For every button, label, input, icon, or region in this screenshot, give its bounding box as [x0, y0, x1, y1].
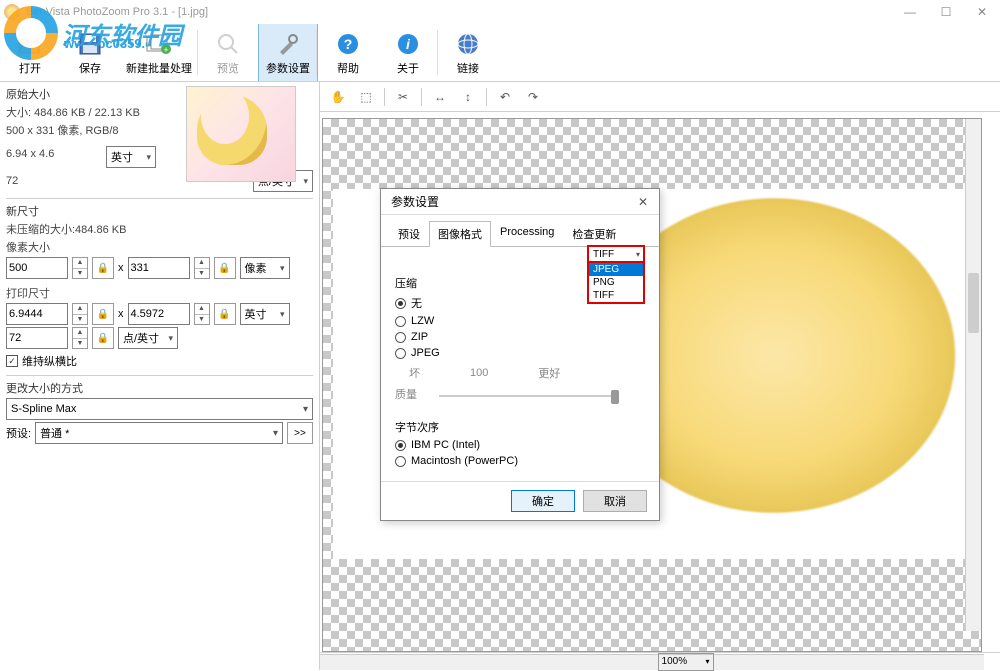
- flip-h-icon[interactable]: ↔: [428, 86, 452, 108]
- watermark-badge: [4, 6, 58, 60]
- resolution-unit-select[interactable]: 点/英寸: [118, 327, 178, 349]
- new-size-header: 新尺寸: [6, 203, 313, 219]
- format-select[interactable]: TIFF: [587, 245, 645, 263]
- quality-slider[interactable]: [439, 387, 619, 405]
- cancel-button[interactable]: 取消: [583, 490, 647, 512]
- print-height-input[interactable]: 4.5972: [128, 303, 190, 325]
- pixel-size-label: 像素大小: [6, 239, 313, 255]
- maximize-button[interactable]: ☐: [928, 0, 964, 24]
- print-width-input[interactable]: 6.9444: [6, 303, 68, 325]
- width-input[interactable]: 500: [6, 257, 68, 279]
- info-icon: i: [394, 30, 422, 58]
- print-width-spinner[interactable]: ▲▼: [72, 303, 88, 325]
- resize-method-header: 更改大小的方式: [6, 380, 313, 396]
- dialog-title: 参数设置: [391, 193, 439, 210]
- watermark-logo: 河东软件园: [4, 6, 182, 60]
- help-button[interactable]: ? 帮助: [318, 24, 378, 81]
- pan-tool-icon[interactable]: ✋: [326, 86, 350, 108]
- crop-tool-icon[interactable]: ✂: [391, 86, 415, 108]
- aspect-ratio-checkbox[interactable]: ✓ 维持纵横比: [6, 353, 313, 369]
- help-icon: ?: [334, 30, 362, 58]
- format-option-tiff[interactable]: TIFF: [589, 289, 643, 302]
- select-tool-icon[interactable]: ⬚: [354, 86, 378, 108]
- close-button[interactable]: ✕: [964, 0, 1000, 24]
- radio-mac[interactable]: Macintosh (PowerPC): [395, 455, 645, 467]
- watermark-text: 河东软件园: [62, 16, 182, 51]
- width-spinner[interactable]: ▲▼: [72, 257, 88, 279]
- resize-method-select[interactable]: S-Spline Max: [6, 398, 313, 420]
- dialog-tabs: 预设 图像格式 Processing 检查更新: [381, 215, 659, 247]
- original-unit-select[interactable]: 英寸: [106, 146, 156, 168]
- wrench-screwdriver-icon: [274, 30, 302, 58]
- dialog-titlebar[interactable]: 参数设置 ✕: [381, 189, 659, 215]
- original-resolution: 72: [6, 175, 18, 187]
- pixel-unit-select[interactable]: 像素: [240, 257, 290, 279]
- format-dropdown[interactable]: JPEG PNG TIFF: [587, 263, 645, 304]
- preset-more-button[interactable]: >>: [287, 422, 313, 444]
- rotate-cw-icon[interactable]: ↷: [521, 86, 545, 108]
- height-lock[interactable]: 🔒: [214, 257, 236, 279]
- print-size-label: 打印尺寸: [6, 285, 313, 301]
- print-unit-select[interactable]: 英寸: [240, 303, 290, 325]
- link-globe-icon: [454, 30, 482, 58]
- tab-processing[interactable]: Processing: [491, 221, 563, 247]
- preview-button[interactable]: 预览: [198, 24, 258, 81]
- uncompressed-size: 未压缩的大小:484.86 KB: [6, 221, 313, 237]
- link-button[interactable]: 链接: [438, 24, 498, 81]
- resolution-lock[interactable]: 🔒: [92, 327, 114, 349]
- horizontal-scrollbar[interactable]: [320, 654, 984, 670]
- params-button[interactable]: 参数设置: [258, 24, 318, 81]
- resolution-spinner[interactable]: ▲▼: [72, 327, 88, 349]
- radio-zip[interactable]: ZIP: [395, 331, 645, 343]
- dialog-close-button[interactable]: ✕: [633, 192, 653, 212]
- flip-v-icon[interactable]: ↕: [456, 86, 480, 108]
- byteorder-label: 字节次序: [395, 419, 645, 435]
- print-height-lock[interactable]: 🔒: [214, 303, 236, 325]
- format-option-png[interactable]: PNG: [589, 276, 643, 289]
- quality-label: 质量: [395, 386, 417, 402]
- thumbnail-image: [186, 86, 296, 182]
- preset-select[interactable]: 普通 *: [35, 422, 283, 444]
- tab-check-update[interactable]: 检查更新: [563, 221, 625, 247]
- magnifier-icon: [214, 30, 242, 58]
- tab-preset[interactable]: 预设: [389, 221, 429, 247]
- preview-toolbar: ✋ ⬚ ✂ ↔ ↕ ↶ ↷: [320, 82, 1000, 112]
- params-dialog: 参数设置 ✕ 预设 图像格式 Processing 检查更新 TIFF JPEG…: [380, 188, 660, 521]
- resolution-input[interactable]: 72: [6, 327, 68, 349]
- minimize-button[interactable]: —: [892, 0, 928, 24]
- height-spinner[interactable]: ▲▼: [194, 257, 210, 279]
- vertical-scrollbar[interactable]: [965, 119, 981, 631]
- width-lock[interactable]: 🔒: [92, 257, 114, 279]
- zoom-select[interactable]: 100%▾: [658, 653, 714, 671]
- tab-image-format[interactable]: 图像格式: [429, 221, 491, 247]
- format-option-jpeg[interactable]: JPEG: [589, 263, 643, 276]
- ok-button[interactable]: 确定: [511, 490, 575, 512]
- radio-jpeg[interactable]: JPEG: [395, 347, 645, 359]
- about-button[interactable]: i 关于: [378, 24, 438, 81]
- preset-label: 预设:: [6, 425, 31, 441]
- height-input[interactable]: 331: [128, 257, 190, 279]
- radio-lzw[interactable]: LZW: [395, 315, 645, 327]
- print-height-spinner[interactable]: ▲▼: [194, 303, 210, 325]
- svg-text:?: ?: [344, 36, 353, 52]
- rotate-ccw-icon[interactable]: ↶: [493, 86, 517, 108]
- print-width-lock[interactable]: 🔒: [92, 303, 114, 325]
- radio-ibm[interactable]: IBM PC (Intel): [395, 439, 645, 451]
